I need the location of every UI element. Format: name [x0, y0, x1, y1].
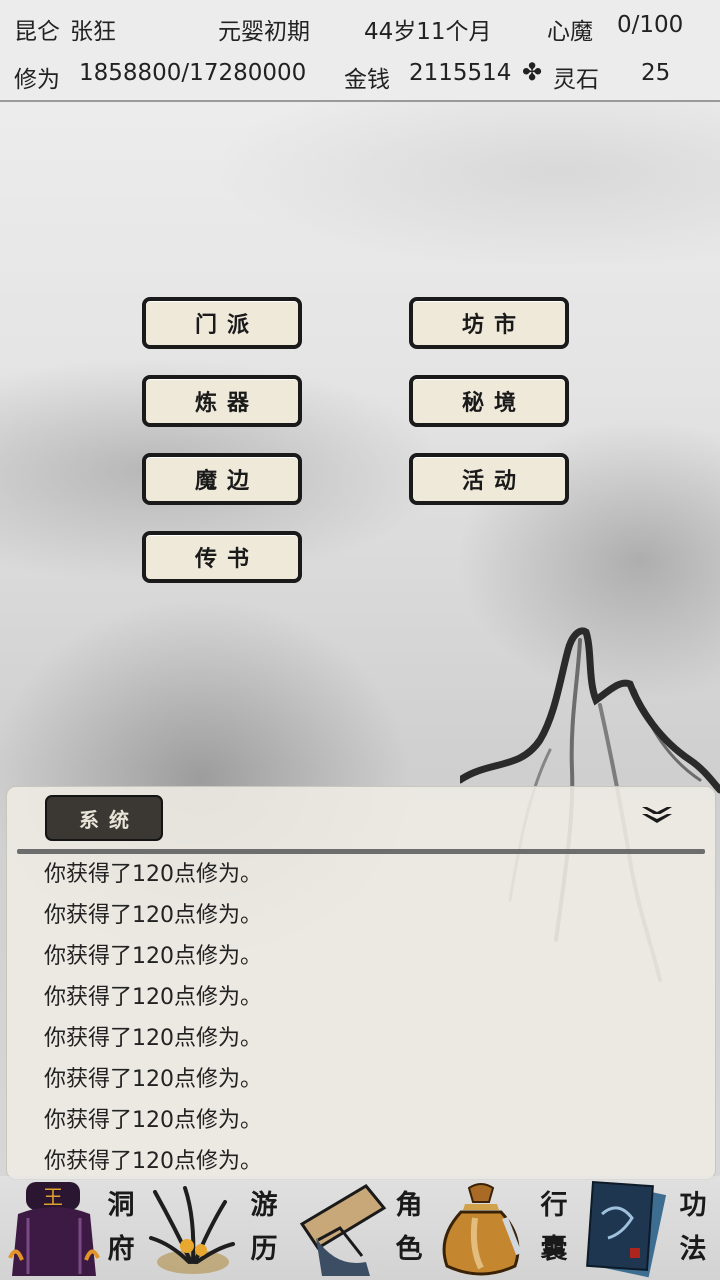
- log-line: 你获得了120点修为。: [44, 862, 262, 887]
- nav-character[interactable]: 角 色: [290, 1176, 435, 1280]
- secret-realm-button-label: 秘境: [461, 390, 526, 416]
- nav-cave-label-1: 洞: [107, 1190, 135, 1221]
- spirit-stone-label: 灵石: [553, 67, 599, 93]
- nav-travel-label-2: 历: [250, 1234, 278, 1265]
- message-button-label: 传书: [194, 546, 259, 572]
- secret-realm-button[interactable]: 秘境: [409, 375, 569, 427]
- character-hat-icon: [299, 1184, 387, 1276]
- log-line: 你获得了120点修为。: [44, 1108, 262, 1133]
- nav-inventory-label-1: 行: [540, 1190, 568, 1221]
- nav-techniques-label-2: 法: [679, 1234, 707, 1265]
- money-label: 金钱: [344, 67, 390, 93]
- forge-button-label: 炼器: [194, 390, 259, 416]
- log-line: 你获得了120点修为。: [44, 903, 262, 928]
- nav-cave-label-2: 府: [107, 1234, 135, 1265]
- log-list[interactable]: 你获得了120点修为。 你获得了120点修为。 你获得了120点修为。 你获得了…: [44, 857, 695, 1185]
- log-divider: [17, 849, 705, 854]
- nav-travel-label-1: 游: [250, 1190, 278, 1221]
- svg-text:王: 王: [43, 1185, 63, 1209]
- demon-border-button[interactable]: 魔边: [142, 453, 302, 505]
- sect-button[interactable]: 门派: [142, 297, 302, 349]
- sect-button-label: 门派: [194, 312, 259, 338]
- status-bar: 昆仑 张狂 元婴初期 44岁11个月 心魔 0/100 修为 1858800/1…: [0, 0, 720, 102]
- travel-grass-icon: [149, 1186, 235, 1274]
- cultivation-label: 修为: [14, 67, 60, 93]
- bag-icon: [442, 1183, 522, 1276]
- system-tab[interactable]: 系统: [45, 795, 163, 841]
- cultivation-value: 1858800/17280000: [79, 60, 307, 86]
- nav-travel[interactable]: 游 历: [145, 1176, 290, 1280]
- market-button-label: 坊市: [461, 312, 526, 338]
- demon-border-button-label: 魔边: [194, 468, 259, 494]
- log-line: 你获得了120点修为。: [44, 1067, 262, 1092]
- activity-button-label: 活动: [461, 468, 526, 494]
- log-line: 你获得了120点修为。: [44, 944, 262, 969]
- bottom-nav: 王 洞 府 游 历 角 色 行 囊 功 法: [0, 1176, 720, 1280]
- money-value: 2115514: [409, 60, 512, 86]
- nav-inventory[interactable]: 行 囊: [435, 1176, 580, 1280]
- nav-inventory-label-2: 囊: [540, 1234, 568, 1265]
- heart-demon-value: 0/100: [617, 12, 684, 38]
- player-age: 44岁11个月: [364, 19, 492, 45]
- nav-cave-dwelling[interactable]: 王 洞 府: [0, 1176, 145, 1280]
- realm-level: 元婴初期: [218, 19, 310, 45]
- nav-character-label-2: 色: [395, 1234, 423, 1265]
- heart-demon-label: 心魔: [547, 19, 593, 45]
- log-line: 你获得了120点修为。: [44, 985, 262, 1010]
- forge-button[interactable]: 炼器: [142, 375, 302, 427]
- system-log-panel: 系统 你获得了120点修为。 你获得了120点修为。 你获得了120点修为。 你…: [6, 786, 716, 1180]
- double-chevron-down-icon[interactable]: [639, 801, 675, 829]
- sect-name: 昆仑: [14, 19, 60, 45]
- cave-dwelling-icon: 王: [8, 1182, 100, 1276]
- clover-icon: ✤: [522, 58, 543, 86]
- nav-techniques[interactable]: 功 法: [580, 1176, 720, 1280]
- nav-character-label-1: 角: [395, 1190, 423, 1221]
- nav-techniques-label-1: 功: [679, 1190, 707, 1221]
- log-line: 你获得了120点修为。: [44, 1026, 262, 1051]
- scripture-book-icon: [586, 1180, 667, 1278]
- player-name: 张狂: [70, 19, 116, 45]
- spirit-stone-value: 25: [641, 60, 671, 86]
- system-tab-label: 系统: [79, 807, 139, 832]
- message-button[interactable]: 传书: [142, 531, 302, 583]
- market-button[interactable]: 坊市: [409, 297, 569, 349]
- activity-button[interactable]: 活动: [409, 453, 569, 505]
